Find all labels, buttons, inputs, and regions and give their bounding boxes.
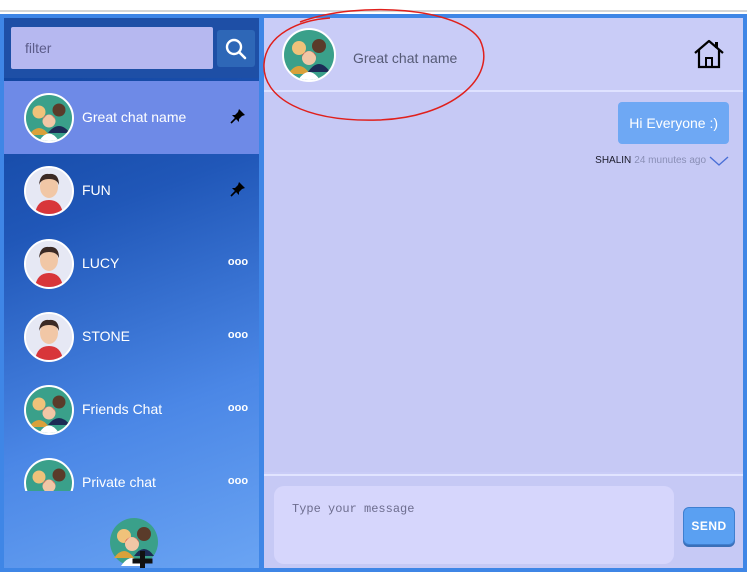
- person-avatar-icon: [26, 241, 72, 287]
- message-time: 24 munutes ago: [634, 155, 706, 166]
- chat-avatar: [24, 458, 74, 491]
- chat-list-item[interactable]: Private chat ooo: [4, 446, 259, 491]
- chat-list-item[interactable]: LUCY ooo: [4, 227, 259, 300]
- search-button[interactable]: [217, 30, 255, 67]
- chat-avatar: [24, 239, 74, 289]
- home-icon: [694, 39, 724, 69]
- chat-avatar: [24, 93, 74, 143]
- group-avatar-icon: [26, 387, 72, 433]
- group-avatar-icon: [26, 460, 72, 491]
- search-input[interactable]: [11, 27, 213, 69]
- more-options-button[interactable]: ooo: [228, 399, 248, 417]
- chat-title: Great chat name: [353, 50, 458, 66]
- more-options-icon: ooo: [227, 329, 249, 341]
- pin-button[interactable]: [228, 180, 248, 198]
- group-avatar-icon: [284, 30, 334, 80]
- person-avatar-icon: [26, 314, 72, 360]
- chat-name: Friends Chat: [82, 401, 163, 417]
- group-avatar-icon: [26, 95, 72, 141]
- chat-name: STONE: [82, 328, 130, 344]
- new-chat-button[interactable]: [108, 514, 164, 568]
- message-meta: SHALIN 24 munutes ago: [595, 155, 729, 166]
- more-options-icon: ooo: [227, 402, 249, 414]
- chat-avatar: [24, 166, 74, 216]
- composer: SEND: [264, 476, 743, 568]
- chevron-down-icon[interactable]: [709, 155, 729, 166]
- chat-avatar: [282, 28, 336, 82]
- window-top-divider: [0, 10, 747, 12]
- pin-icon: [230, 182, 245, 197]
- chat-avatar: [24, 385, 74, 435]
- message-area: Hi Everyone :) SHALIN 24 munutes ago: [264, 92, 743, 472]
- more-options-button[interactable]: ooo: [228, 472, 248, 490]
- chat-panel: Great chat name Hi Everyone :) SHALIN 24…: [264, 18, 743, 568]
- message-input[interactable]: [274, 486, 674, 564]
- chat-name: FUN: [82, 182, 111, 198]
- pin-icon: [230, 109, 245, 124]
- search-icon: [225, 38, 247, 59]
- pin-button[interactable]: [228, 107, 248, 125]
- chat-avatar: [24, 312, 74, 362]
- add-group-icon: [110, 518, 158, 568]
- search-bar: [4, 18, 259, 78]
- chat-app: Great chat name FUN LUCY ooo STONE ooo: [0, 8, 747, 572]
- message-bubble: Hi Everyone :): [618, 102, 729, 144]
- sidebar: Great chat name FUN LUCY ooo STONE ooo: [4, 18, 259, 568]
- more-options-button[interactable]: ooo: [228, 253, 248, 271]
- chat-list-item[interactable]: FUN: [4, 154, 259, 227]
- chat-list: Great chat name FUN LUCY ooo STONE ooo F…: [4, 81, 259, 491]
- chat-name: Great chat name: [82, 109, 187, 125]
- chat-list-item[interactable]: Friends Chat ooo: [4, 373, 259, 446]
- chat-name: Private chat: [82, 474, 156, 490]
- home-button[interactable]: [692, 38, 726, 70]
- more-options-button[interactable]: ooo: [228, 326, 248, 344]
- send-button[interactable]: SEND: [683, 507, 735, 545]
- more-options-icon: ooo: [227, 475, 249, 487]
- more-options-icon: ooo: [227, 256, 249, 268]
- chat-list-item[interactable]: STONE ooo: [4, 300, 259, 373]
- chat-name: LUCY: [82, 255, 120, 271]
- page-bottom-cutoff: [0, 570, 747, 577]
- chat-list-item[interactable]: Great chat name: [4, 81, 259, 154]
- person-avatar-icon: [26, 168, 72, 214]
- message-sender: SHALIN: [595, 155, 632, 166]
- chat-header: Great chat name: [264, 18, 743, 92]
